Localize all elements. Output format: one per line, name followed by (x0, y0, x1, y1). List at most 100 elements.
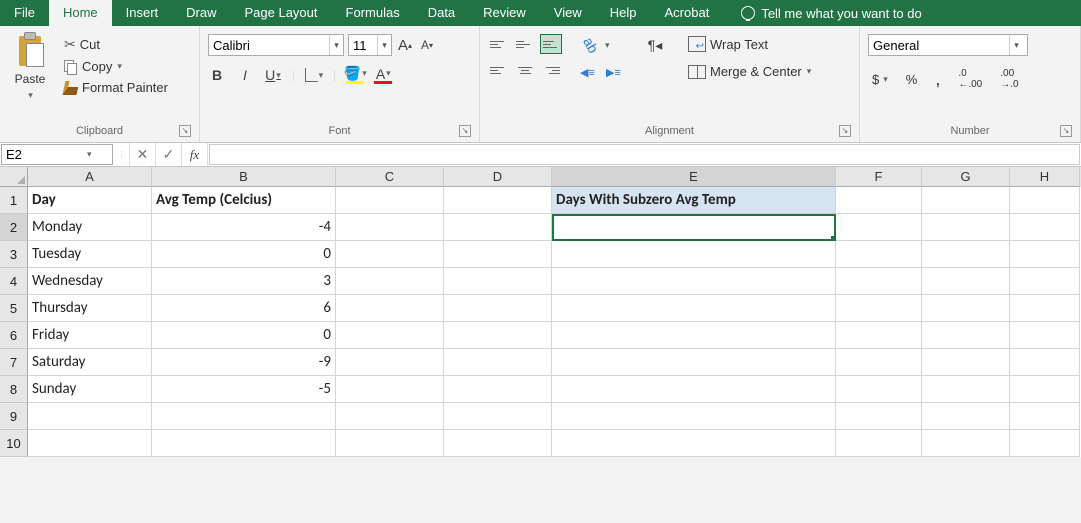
tab-file[interactable]: File (0, 0, 49, 26)
dialog-launcher-icon[interactable]: ↘ (1060, 125, 1072, 137)
font-name-input[interactable] (209, 35, 329, 55)
cell-C2[interactable] (336, 214, 444, 241)
borders-button[interactable]: ▾ (305, 66, 323, 84)
cell-A1[interactable]: Day (28, 187, 152, 214)
cell-G2[interactable] (922, 214, 1010, 241)
format-painter-button[interactable]: Format Painter (60, 78, 172, 97)
formula-input[interactable] (209, 144, 1080, 165)
cell-H2[interactable] (1010, 214, 1080, 241)
percent-button[interactable]: % (902, 70, 922, 89)
cell-D10[interactable] (444, 430, 552, 457)
cell-F1[interactable] (836, 187, 922, 214)
cell-B3[interactable]: 0 (152, 241, 336, 268)
copy-button[interactable]: Copy▾ (60, 57, 172, 76)
tab-help[interactable]: Help (596, 0, 651, 26)
cell-A3[interactable]: Tuesday (28, 241, 152, 268)
cell-H7[interactable] (1010, 349, 1080, 376)
chevron-down-icon[interactable]: ▾ (1009, 35, 1023, 55)
align-top-button[interactable] (488, 34, 510, 54)
currency-button[interactable]: $▾ (868, 70, 892, 89)
align-right-button[interactable] (540, 60, 562, 80)
cancel-formula-button[interactable]: ✕ (130, 143, 156, 166)
tell-me-search[interactable]: Tell me what you want to do (729, 0, 933, 26)
cell-E8[interactable] (552, 376, 836, 403)
col-header-B[interactable]: B (152, 167, 336, 187)
cell-E4[interactable] (552, 268, 836, 295)
cell-H3[interactable] (1010, 241, 1080, 268)
cell-B7[interactable]: -9 (152, 349, 336, 376)
number-format-input[interactable] (869, 35, 1009, 55)
dialog-launcher-icon[interactable]: ↘ (179, 125, 191, 137)
cell-E10[interactable] (552, 430, 836, 457)
cell-G6[interactable] (922, 322, 1010, 349)
dialog-launcher-icon[interactable]: ↘ (839, 125, 851, 137)
bold-button[interactable]: B (208, 66, 226, 84)
cell-H5[interactable] (1010, 295, 1080, 322)
cell-G7[interactable] (922, 349, 1010, 376)
cell-F6[interactable] (836, 322, 922, 349)
cut-button[interactable]: ✂Cut (60, 34, 172, 55)
cell-D1[interactable] (444, 187, 552, 214)
increase-indent-button[interactable]: ▶≡ (604, 62, 626, 82)
cell-C10[interactable] (336, 430, 444, 457)
select-all-corner[interactable] (0, 167, 28, 187)
tab-review[interactable]: Review (469, 0, 540, 26)
cell-H1[interactable] (1010, 187, 1080, 214)
row-header[interactable]: 3 (0, 241, 28, 268)
cell-B6[interactable]: 0 (152, 322, 336, 349)
tab-view[interactable]: View (540, 0, 596, 26)
chevron-down-icon[interactable]: ▾ (329, 35, 343, 55)
cell-B5[interactable]: 6 (152, 295, 336, 322)
font-name-combo[interactable]: ▾ (208, 34, 344, 56)
cell-E1[interactable]: Days With Subzero Avg Temp (552, 187, 836, 214)
cell-E2[interactable] (552, 214, 836, 241)
cell-A10[interactable] (28, 430, 152, 457)
enter-formula-button[interactable]: ✓ (156, 143, 182, 166)
cell-A9[interactable] (28, 403, 152, 430)
cell-F7[interactable] (836, 349, 922, 376)
cell-C6[interactable] (336, 322, 444, 349)
row-header[interactable]: 7 (0, 349, 28, 376)
tab-acrobat[interactable]: Acrobat (651, 0, 724, 26)
align-left-button[interactable] (488, 60, 510, 80)
cell-C5[interactable] (336, 295, 444, 322)
font-size-input[interactable] (349, 35, 377, 55)
cell-F3[interactable] (836, 241, 922, 268)
align-bottom-button[interactable] (540, 34, 562, 54)
rtl-button[interactable]: ¶◂ (642, 34, 668, 56)
dialog-launcher-icon[interactable]: ↘ (459, 125, 471, 137)
col-header-D[interactable]: D (444, 167, 552, 187)
cell-H4[interactable] (1010, 268, 1080, 295)
row-header[interactable]: 4 (0, 268, 28, 295)
cell-A7[interactable]: Saturday (28, 349, 152, 376)
col-header-C[interactable]: C (336, 167, 444, 187)
cell-F5[interactable] (836, 295, 922, 322)
chevron-down-icon[interactable]: ▾ (87, 149, 92, 160)
paste-button[interactable]: Paste ▾ (8, 30, 52, 103)
tab-insert[interactable]: Insert (112, 0, 173, 26)
increase-decimal-button[interactable]: .0←.00 (954, 66, 986, 92)
underline-button[interactable]: U▾ (264, 66, 282, 84)
orientation-button[interactable]: ab▾ (578, 34, 626, 56)
cell-D8[interactable] (444, 376, 552, 403)
col-header-G[interactable]: G (922, 167, 1010, 187)
fill-color-button[interactable]: 🪣▾ (346, 66, 364, 84)
col-header-H[interactable]: H (1010, 167, 1080, 187)
cell-G8[interactable] (922, 376, 1010, 403)
cell-D6[interactable] (444, 322, 552, 349)
decrease-indent-button[interactable]: ◀≡ (578, 62, 600, 82)
number-format-combo[interactable]: ▾ (868, 34, 1028, 56)
cell-C4[interactable] (336, 268, 444, 295)
chevron-down-icon[interactable]: ▾ (377, 35, 391, 55)
cell-B1[interactable]: Avg Temp (Celcius) (152, 187, 336, 214)
font-size-combo[interactable]: ▾ (348, 34, 392, 56)
cell-C3[interactable] (336, 241, 444, 268)
align-center-button[interactable] (514, 60, 536, 80)
insert-function-button[interactable]: fx (182, 143, 208, 166)
cell-B8[interactable]: -5 (152, 376, 336, 403)
cell-B2[interactable]: -4 (152, 214, 336, 241)
cell-D5[interactable] (444, 295, 552, 322)
decrease-font-icon[interactable]: A▾ (418, 36, 436, 54)
row-header[interactable]: 9 (0, 403, 28, 430)
cell-C8[interactable] (336, 376, 444, 403)
